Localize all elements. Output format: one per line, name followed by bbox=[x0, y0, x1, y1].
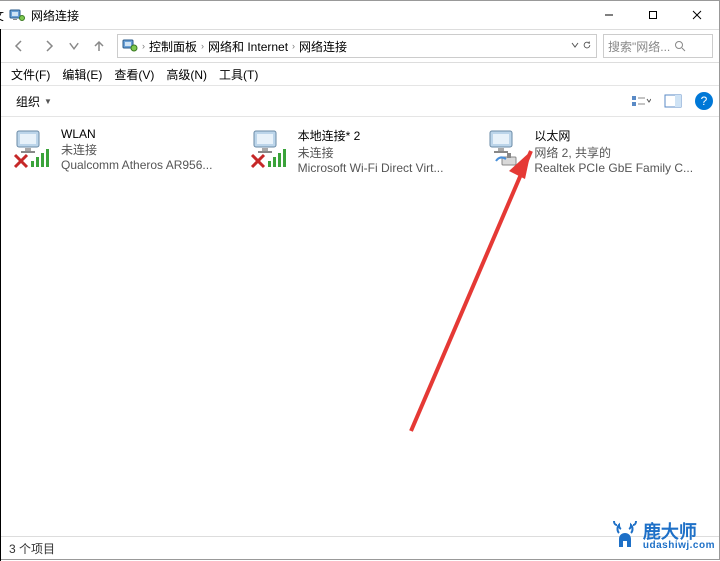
title-bar: 网络连接 bbox=[1, 1, 719, 30]
connection-item-local2[interactable]: 本地连接* 2 未连接 Microsoft Wi-Fi Direct Virt.… bbox=[246, 125, 475, 177]
connection-name: 本地连接* 2 bbox=[298, 127, 473, 144]
address-dropdown[interactable] bbox=[570, 39, 580, 53]
chevron-right-icon: › bbox=[292, 41, 295, 51]
connection-status: 未连接 bbox=[298, 144, 473, 161]
status-bar: 3 个项目 bbox=[1, 536, 719, 559]
disabled-x-icon bbox=[252, 155, 264, 167]
search-input[interactable]: 搜索"网络... bbox=[603, 34, 713, 58]
connection-status: 网络 2, 共享的 bbox=[534, 144, 709, 161]
breadcrumb-root[interactable]: 控制面板 bbox=[149, 38, 197, 55]
menu-bar: 文件(F) 编辑(E) 查看(V) 高级(N) 工具(T) bbox=[1, 63, 719, 86]
menu-file[interactable]: 文件(F) bbox=[7, 64, 54, 85]
connection-name: 以太网 bbox=[534, 127, 709, 144]
connection-desc: Qualcomm Atheros AR956... bbox=[61, 158, 236, 172]
connection-desc: Realtek PCIe GbE Family C... bbox=[534, 161, 709, 175]
refresh-button[interactable] bbox=[582, 39, 592, 53]
chevron-down-icon: ▼ bbox=[44, 97, 52, 106]
left-clipped-edge bbox=[0, 1, 1, 561]
recent-dropdown[interactable] bbox=[67, 34, 81, 58]
disabled-x-icon bbox=[15, 155, 27, 167]
organize-label: 组织 bbox=[16, 93, 40, 110]
connection-status: 未连接 bbox=[61, 141, 236, 158]
network-adapter-icon bbox=[11, 127, 55, 171]
content-area[interactable]: WLAN 未连接 Qualcomm Atheros AR956... 本地连接*… bbox=[1, 117, 719, 536]
breadcrumb-leaf[interactable]: 网络连接 bbox=[299, 38, 347, 55]
breadcrumb-box[interactable]: › 控制面板 › 网络和 Internet › 网络连接 bbox=[117, 34, 597, 58]
minimize-button[interactable] bbox=[587, 1, 631, 29]
window: 网络连接 › 控制面板 › 网络和 Internet › 网络连接 搜索"网络.… bbox=[0, 0, 720, 560]
close-button[interactable] bbox=[675, 1, 719, 29]
address-bar: › 控制面板 › 网络和 Internet › 网络连接 搜索"网络... bbox=[1, 30, 719, 63]
up-button[interactable] bbox=[87, 34, 111, 58]
maximize-button[interactable] bbox=[631, 1, 675, 29]
network-adapter-icon bbox=[484, 127, 528, 171]
chevron-right-icon: › bbox=[201, 41, 204, 51]
menu-advanced[interactable]: 高级(N) bbox=[162, 64, 211, 85]
connection-item-ethernet[interactable]: 以太网 网络 2, 共享的 Realtek PCIe GbE Family C.… bbox=[482, 125, 711, 177]
menu-edit[interactable]: 编辑(E) bbox=[58, 64, 106, 85]
search-icon bbox=[674, 40, 686, 52]
connection-item-wlan[interactable]: WLAN 未连接 Qualcomm Atheros AR956... bbox=[9, 125, 238, 174]
connection-name: WLAN bbox=[61, 127, 236, 141]
connection-desc: Microsoft Wi-Fi Direct Virt... bbox=[298, 161, 473, 175]
menu-view[interactable]: 查看(V) bbox=[110, 64, 158, 85]
preview-pane-button[interactable] bbox=[657, 88, 689, 114]
help-button[interactable]: ? bbox=[695, 92, 713, 110]
window-title: 网络连接 bbox=[31, 7, 79, 24]
breadcrumb-mid[interactable]: 网络和 Internet bbox=[208, 38, 288, 55]
menu-tools[interactable]: 工具(T) bbox=[215, 64, 262, 85]
toolbar: 组织 ▼ ? bbox=[1, 86, 719, 117]
status-item-count: 3 个项目 bbox=[9, 540, 55, 557]
search-placeholder: 搜索"网络... bbox=[608, 38, 670, 55]
control-panel-icon bbox=[122, 37, 138, 56]
network-adapter-icon bbox=[248, 127, 292, 171]
chevron-right-icon: › bbox=[142, 41, 145, 51]
back-button[interactable] bbox=[7, 34, 31, 58]
window-icon bbox=[9, 7, 25, 23]
forward-button[interactable] bbox=[37, 34, 61, 58]
view-options-button[interactable] bbox=[625, 88, 657, 114]
organize-button[interactable]: 组织 ▼ bbox=[7, 88, 61, 115]
